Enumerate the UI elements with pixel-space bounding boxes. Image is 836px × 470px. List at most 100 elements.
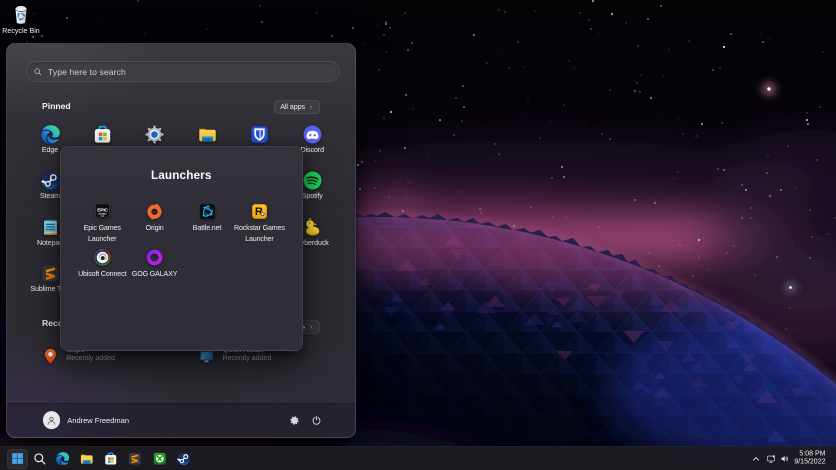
pinned-app-icon-box: [303, 125, 322, 144]
folder-app-origin[interactable]: Origin: [127, 203, 183, 234]
network-display-icon: [766, 454, 776, 464]
chevron-up-icon: [751, 454, 761, 464]
recommended-item-icon-box: [198, 348, 215, 365]
recycle-bin-icon: [12, 3, 30, 26]
taskbar: 5:08 PM 9/15/2022: [0, 446, 836, 470]
pinned-app-icon-box: [303, 218, 322, 237]
maps-icon: [42, 348, 59, 365]
person-icon: [45, 414, 58, 427]
epic-games-icon: [94, 203, 111, 220]
xbox-icon: [153, 452, 167, 466]
power-icon: [311, 415, 322, 426]
pinned-app-label: Steam: [39, 192, 60, 201]
quick-assist-icon: [198, 348, 215, 365]
sublime-text-icon: [41, 264, 60, 283]
folder-app-label: GOG GALAXY: [131, 270, 178, 278]
edge-icon: [56, 452, 70, 466]
folder-app-label: Ubisoft Connect: [78, 270, 127, 278]
pinned-app-icon-box: [303, 171, 322, 190]
folder-title: Launchers: [150, 167, 212, 182]
steam-icon: [41, 171, 60, 190]
sublime-text-icon: [128, 452, 142, 466]
pinned-app-icon-box: [250, 125, 269, 144]
settings-icon: [145, 125, 164, 144]
folder-app-icon-box: [94, 249, 111, 266]
pinned-app-icon-box: [41, 171, 60, 190]
folder-app-label: Battle.net: [192, 224, 222, 232]
ubisoft-connect-icon: [94, 249, 111, 266]
pinned-app-label: Spotify: [301, 192, 323, 201]
start-menu-user-bar: Andrew Freedman: [7, 402, 355, 437]
all-apps-button[interactable]: All apps: [274, 99, 320, 114]
recommended-item-status: Recently added: [222, 354, 272, 362]
folder-app-ubisoft-connect[interactable]: Ubisoft Connect: [74, 249, 130, 280]
power-button[interactable]: [307, 410, 327, 430]
pinned-app-label: Discord: [300, 146, 324, 154]
taskbar-button-steam[interactable]: [173, 449, 195, 469]
edge-icon: [41, 125, 60, 144]
user-avatar: [42, 411, 61, 430]
steam-icon: [177, 452, 191, 466]
chevron-right-icon: [308, 324, 314, 330]
pinned-app-icon-box: [198, 125, 217, 144]
taskbar-button-file-explorer[interactable]: [76, 449, 98, 469]
taskbar-button-xbox[interactable]: [149, 449, 171, 469]
gog-galaxy-icon: [146, 249, 163, 266]
settings-button[interactable]: [285, 410, 305, 430]
pinned-app-icon-box: [41, 264, 60, 283]
origin-icon: [146, 203, 163, 220]
notepad-icon: [41, 218, 60, 237]
tray-volume-button[interactable]: [777, 451, 793, 467]
taskbar-button-sublime-text[interactable]: [124, 449, 146, 469]
taskbar-button-microsoft-store[interactable]: [100, 449, 122, 469]
taskbar-clock[interactable]: 5:08 PM 9/15/2022: [794, 450, 825, 467]
pinned-app-label: Edge: [41, 146, 59, 154]
file-explorer-icon: [198, 125, 217, 144]
clock-date: 9/15/2022: [794, 458, 826, 466]
desktop-icon-label: Recycle Bin: [2, 27, 40, 35]
recommended-item-status: Recently added: [66, 354, 115, 362]
user-name: Andrew Freedman: [67, 415, 129, 425]
search-icon: [33, 452, 47, 466]
search-placeholder: Type here to search: [48, 66, 126, 77]
gear-icon: [289, 415, 300, 426]
search-icon: [33, 67, 43, 77]
folder-app-battle-net[interactable]: Battle.net: [179, 203, 235, 234]
pinned-app-icon-box: [93, 125, 112, 144]
cyberduck-icon: [303, 218, 322, 237]
all-apps-label: All apps: [280, 102, 305, 111]
folder-app-icon-box: [251, 203, 268, 220]
chevron-right-icon: [308, 104, 314, 110]
pinned-section-title: Pinned: [42, 100, 71, 111]
pinned-app-icon-box: [41, 125, 60, 144]
rockstar-games-icon: [251, 203, 268, 220]
spotify-icon: [303, 171, 322, 190]
volume-icon: [780, 454, 790, 464]
folder-app-gog-galaxy[interactable]: GOG GALAXY: [127, 249, 183, 280]
taskbar-button-start[interactable]: [6, 448, 29, 469]
desktop-icon-recycle-bin[interactable]: Recycle Bin: [1, 3, 41, 35]
folder-app-icon-box: [146, 203, 163, 220]
folder-app-label: Origin: [145, 224, 164, 232]
folder-app-icon-box: [94, 203, 111, 220]
start-icon: [12, 453, 24, 465]
taskbar-button-search[interactable]: [29, 449, 51, 469]
launchers-folder-popup: Launchers Epic Games Launcher Origin Battl…: [59, 145, 303, 351]
recommended-item-icon-box: [42, 348, 59, 365]
user-profile-button[interactable]: Andrew Freedman: [42, 411, 129, 430]
battle-net-icon: [199, 203, 216, 220]
folder-app-rockstar-games[interactable]: Rockstar Games Launcher: [231, 203, 287, 245]
folder-app-label: Rockstar Games Launcher: [234, 224, 285, 243]
store-icon: [93, 125, 112, 144]
file-explorer-icon: [80, 452, 94, 466]
pinned-app-icon-box: [41, 218, 60, 237]
folder-app-epic-games[interactable]: Epic Games Launcher: [74, 203, 130, 245]
microsoft-store-icon: [104, 452, 118, 466]
pinned-app-icon-box: [145, 125, 164, 144]
desktop: Recycle Bin Type here to search Pinned A…: [0, 0, 836, 470]
folder-app-label: Epic Games Launcher: [83, 224, 121, 243]
folder-app-icon-box: [199, 203, 216, 220]
taskbar-button-edge[interactable]: [52, 449, 74, 469]
folder-app-icon-box: [146, 249, 163, 266]
search-input[interactable]: Type here to search: [26, 61, 340, 82]
